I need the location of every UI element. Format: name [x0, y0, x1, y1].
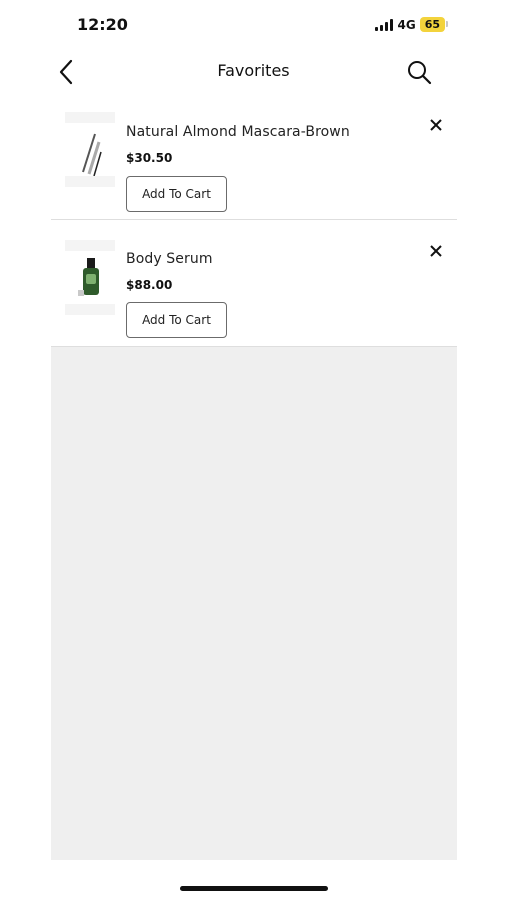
status-time: 12:20 [77, 15, 128, 34]
product-name[interactable]: Body Serum [126, 251, 213, 267]
mascara-wand-image[interactable] [65, 112, 117, 188]
add-to-cart-button[interactable]: Add To Cart [126, 302, 227, 338]
product-name[interactable]: Natural Almond Mascara-Brown [126, 124, 350, 140]
close-icon [430, 245, 442, 257]
product-price: $30.50 [126, 151, 173, 165]
product-price: $88.00 [126, 278, 173, 292]
close-icon [430, 119, 442, 131]
search-button[interactable] [404, 57, 434, 87]
app-header: Favorites [0, 52, 507, 92]
list-item: Natural Almond Mascara-Brown $30.50 Add … [51, 100, 457, 220]
status-indicators: 4G 65 [375, 17, 449, 32]
favorites-screen: 12:20 4G 65 Favorites Natural Almond Mas… [0, 0, 507, 900]
list-item: Body Serum $88.00 Add To Cart [51, 220, 457, 347]
remove-favorite-button[interactable] [427, 242, 445, 260]
search-icon [408, 61, 432, 85]
home-indicator[interactable] [180, 886, 328, 891]
favorites-list: Natural Almond Mascara-Brown $30.50 Add … [51, 100, 457, 347]
remove-favorite-button[interactable] [427, 116, 445, 134]
add-to-cart-button[interactable]: Add To Cart [126, 176, 227, 212]
empty-list-area [51, 347, 457, 860]
signal-icon [375, 18, 394, 31]
network-type: 4G [397, 17, 416, 32]
serum-bottle-image[interactable] [65, 240, 117, 316]
battery-badge: 65 [419, 17, 449, 32]
